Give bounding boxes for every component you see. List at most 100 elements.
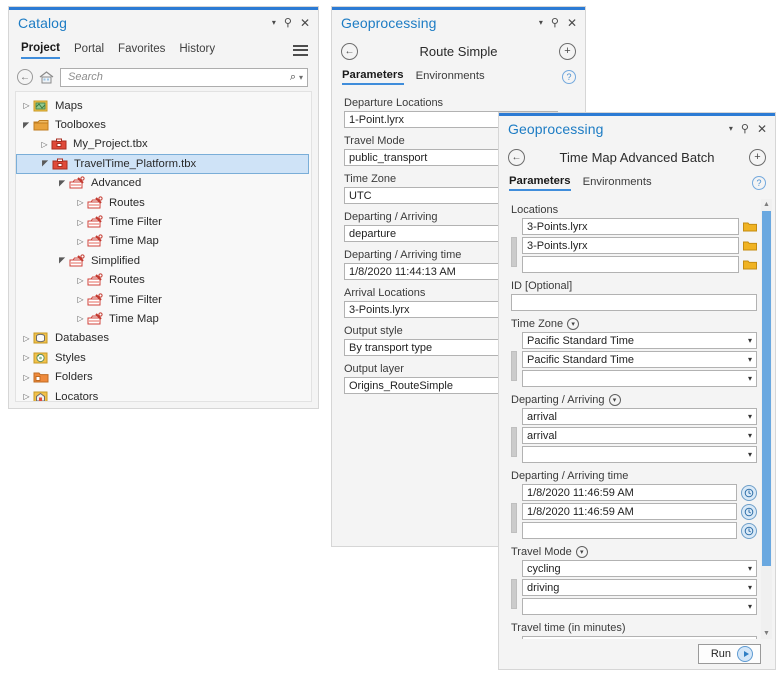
back-arrow-icon[interactable]: ← [508,148,525,166]
clock-icon[interactable] [741,484,757,501]
scrollbar-thumb[interactable] [762,211,771,566]
parameter-select[interactable] [522,370,757,387]
help-icon[interactable]: ? [752,176,766,190]
search-dropdown-icon[interactable]: ▾ [299,73,303,82]
tree-item-styles[interactable]: ▷ Styles [16,348,311,367]
parameter-label-text: Departing / Arriving time [511,470,629,482]
expander-collapsed-icon[interactable]: ▷ [74,237,87,246]
parameter-select[interactable]: Pacific Standard Time [522,332,757,349]
parameter-select[interactable]: driving [522,579,757,596]
tab-portal[interactable]: Portal [74,43,104,58]
tree-item-time-map[interactable]: ▷ Time Map [16,309,311,328]
gp3-close-icon[interactable]: ✕ [757,123,767,135]
drag-handle[interactable] [511,351,517,381]
parameter-select[interactable]: arrival [522,427,757,444]
catalog-close-icon[interactable]: ✕ [300,17,310,29]
tree-item-routes[interactable]: ▷ Routes [16,271,311,290]
tab-history[interactable]: History [179,43,215,58]
tree-item-traveltime-platform-tbx[interactable]: ◣ TravelTime_Platform.tbx [16,154,309,174]
tree-item-toolboxes[interactable]: ◣ Toolboxes [16,115,311,134]
tree-item-time-map[interactable]: ▷ Time Map [16,232,311,251]
tree-item-label: Advanced [91,177,142,190]
parameter-input[interactable]: 1/8/2020 11:46:59 AM [522,484,737,501]
search-input[interactable]: Search ⌕ ▾ [60,67,308,87]
expander-collapsed-icon[interactable]: ▷ [74,276,87,285]
plus-circle-icon[interactable]: + [749,148,766,166]
parameter-select[interactable] [522,446,757,463]
expander-expanded-icon[interactable]: ◣ [22,119,31,132]
scroll-down-icon[interactable]: ▼ [761,628,772,639]
expander-collapsed-icon[interactable]: ▷ [74,314,87,323]
catalog-pin-icon[interactable]: ⚲ [284,17,292,29]
run-button[interactable]: Run [697,644,761,664]
parameter-input[interactable] [522,256,739,273]
expander-collapsed-icon[interactable]: ▷ [20,353,33,362]
clock-icon[interactable] [741,503,757,520]
gp1-menu-caret-icon[interactable]: ▾ [539,19,543,27]
hamburger-icon[interactable] [293,44,308,56]
browse-folder-icon[interactable] [743,221,757,232]
parameter-select[interactable]: arrival [522,408,757,425]
parameter-select[interactable] [522,598,757,615]
tab-parameters[interactable]: Parameters [509,175,571,191]
scroll-up-icon[interactable]: ▲ [761,199,772,210]
gp3-menu-caret-icon[interactable]: ▾ [729,125,733,133]
tab-favorites[interactable]: Favorites [118,43,165,58]
help-icon[interactable]: ? [562,70,576,84]
drag-handle[interactable] [511,503,517,533]
catalog-menu-caret-icon[interactable]: ▾ [272,19,276,27]
expander-expanded-icon[interactable]: ◣ [58,177,67,190]
gp3-pin-icon[interactable]: ⚲ [741,123,749,135]
expander-collapsed-icon[interactable]: ▷ [20,334,33,343]
expander-collapsed-icon[interactable]: ▷ [20,373,33,382]
plus-circle-icon[interactable]: + [559,42,576,60]
drag-handle[interactable] [511,427,517,457]
tree-item-time-filter[interactable]: ▷ Time Filter [16,290,311,309]
drag-handle[interactable] [511,579,517,609]
expander-expanded-icon[interactable]: ◣ [58,254,67,267]
parameter-select[interactable]: Pacific Standard Time [522,351,757,368]
gp1-close-icon[interactable]: ✕ [567,17,577,29]
back-arrow-icon[interactable]: ← [341,42,358,60]
catalog-tree[interactable]: ▷ Maps ◣ Toolboxes ▷ My_Project.tbx ◣ TravelTim… [15,91,312,402]
clock-icon[interactable] [741,522,757,539]
expander-collapsed-icon[interactable]: ▷ [20,101,33,110]
chevron-down-icon[interactable]: ▾ [608,394,621,406]
tree-item-folders[interactable]: ▷ Folders [16,367,311,386]
expander-collapsed-icon[interactable]: ▷ [38,140,51,149]
tree-item-time-filter[interactable]: ▷ Time Filter [16,212,311,231]
tree-item-my-project-tbx[interactable]: ▷ My_Project.tbx [16,135,311,154]
expander-collapsed-icon[interactable]: ▷ [74,218,87,227]
tab-project[interactable]: Project [21,42,60,59]
chevron-down-icon[interactable]: ▾ [567,318,580,330]
tree-item-maps[interactable]: ▷ Maps [16,96,311,115]
tab-environments[interactable]: Environments [416,70,485,84]
parameter-input[interactable] [522,522,737,539]
home-icon[interactable] [38,70,55,85]
expander-expanded-icon[interactable]: ◣ [41,157,50,170]
expander-collapsed-icon[interactable]: ▷ [74,198,87,207]
parameter-input[interactable]: 3-Points.lyrx [522,237,739,254]
tree-item-advanced[interactable]: ◣ Advanced [16,174,311,193]
parameter-group: Travel Mode▾ cycling driving [511,546,757,615]
browse-folder-icon[interactable] [743,240,757,251]
parameter-input[interactable]: 1/8/2020 11:46:59 AM [522,503,737,520]
parameter-input[interactable]: 3-Points.lyrx [522,218,739,235]
parameter-input[interactable] [511,294,757,311]
expander-collapsed-icon[interactable]: ▷ [74,295,87,304]
tree-item-simplified[interactable]: ◣ Simplified [16,251,311,270]
gp3-scrollbar[interactable]: ▲ ▼ [761,199,772,639]
browse-folder-icon[interactable] [743,259,757,270]
tree-item-routes[interactable]: ▷ Routes [16,193,311,212]
tree-item-databases[interactable]: ▷ Databases [16,329,311,348]
tab-parameters[interactable]: Parameters [342,69,404,85]
expander-collapsed-icon[interactable]: ▷ [20,392,33,401]
tree-item-locators[interactable]: ▷ Locators [16,387,311,401]
chevron-down-icon[interactable]: ▾ [575,546,588,558]
search-icon[interactable]: ⌕ [290,71,296,84]
tab-environments[interactable]: Environments [583,176,652,190]
back-arrow-icon[interactable]: ← [17,69,33,85]
drag-handle[interactable] [511,237,517,267]
parameter-select[interactable]: cycling [522,560,757,577]
gp1-pin-icon[interactable]: ⚲ [551,17,559,29]
